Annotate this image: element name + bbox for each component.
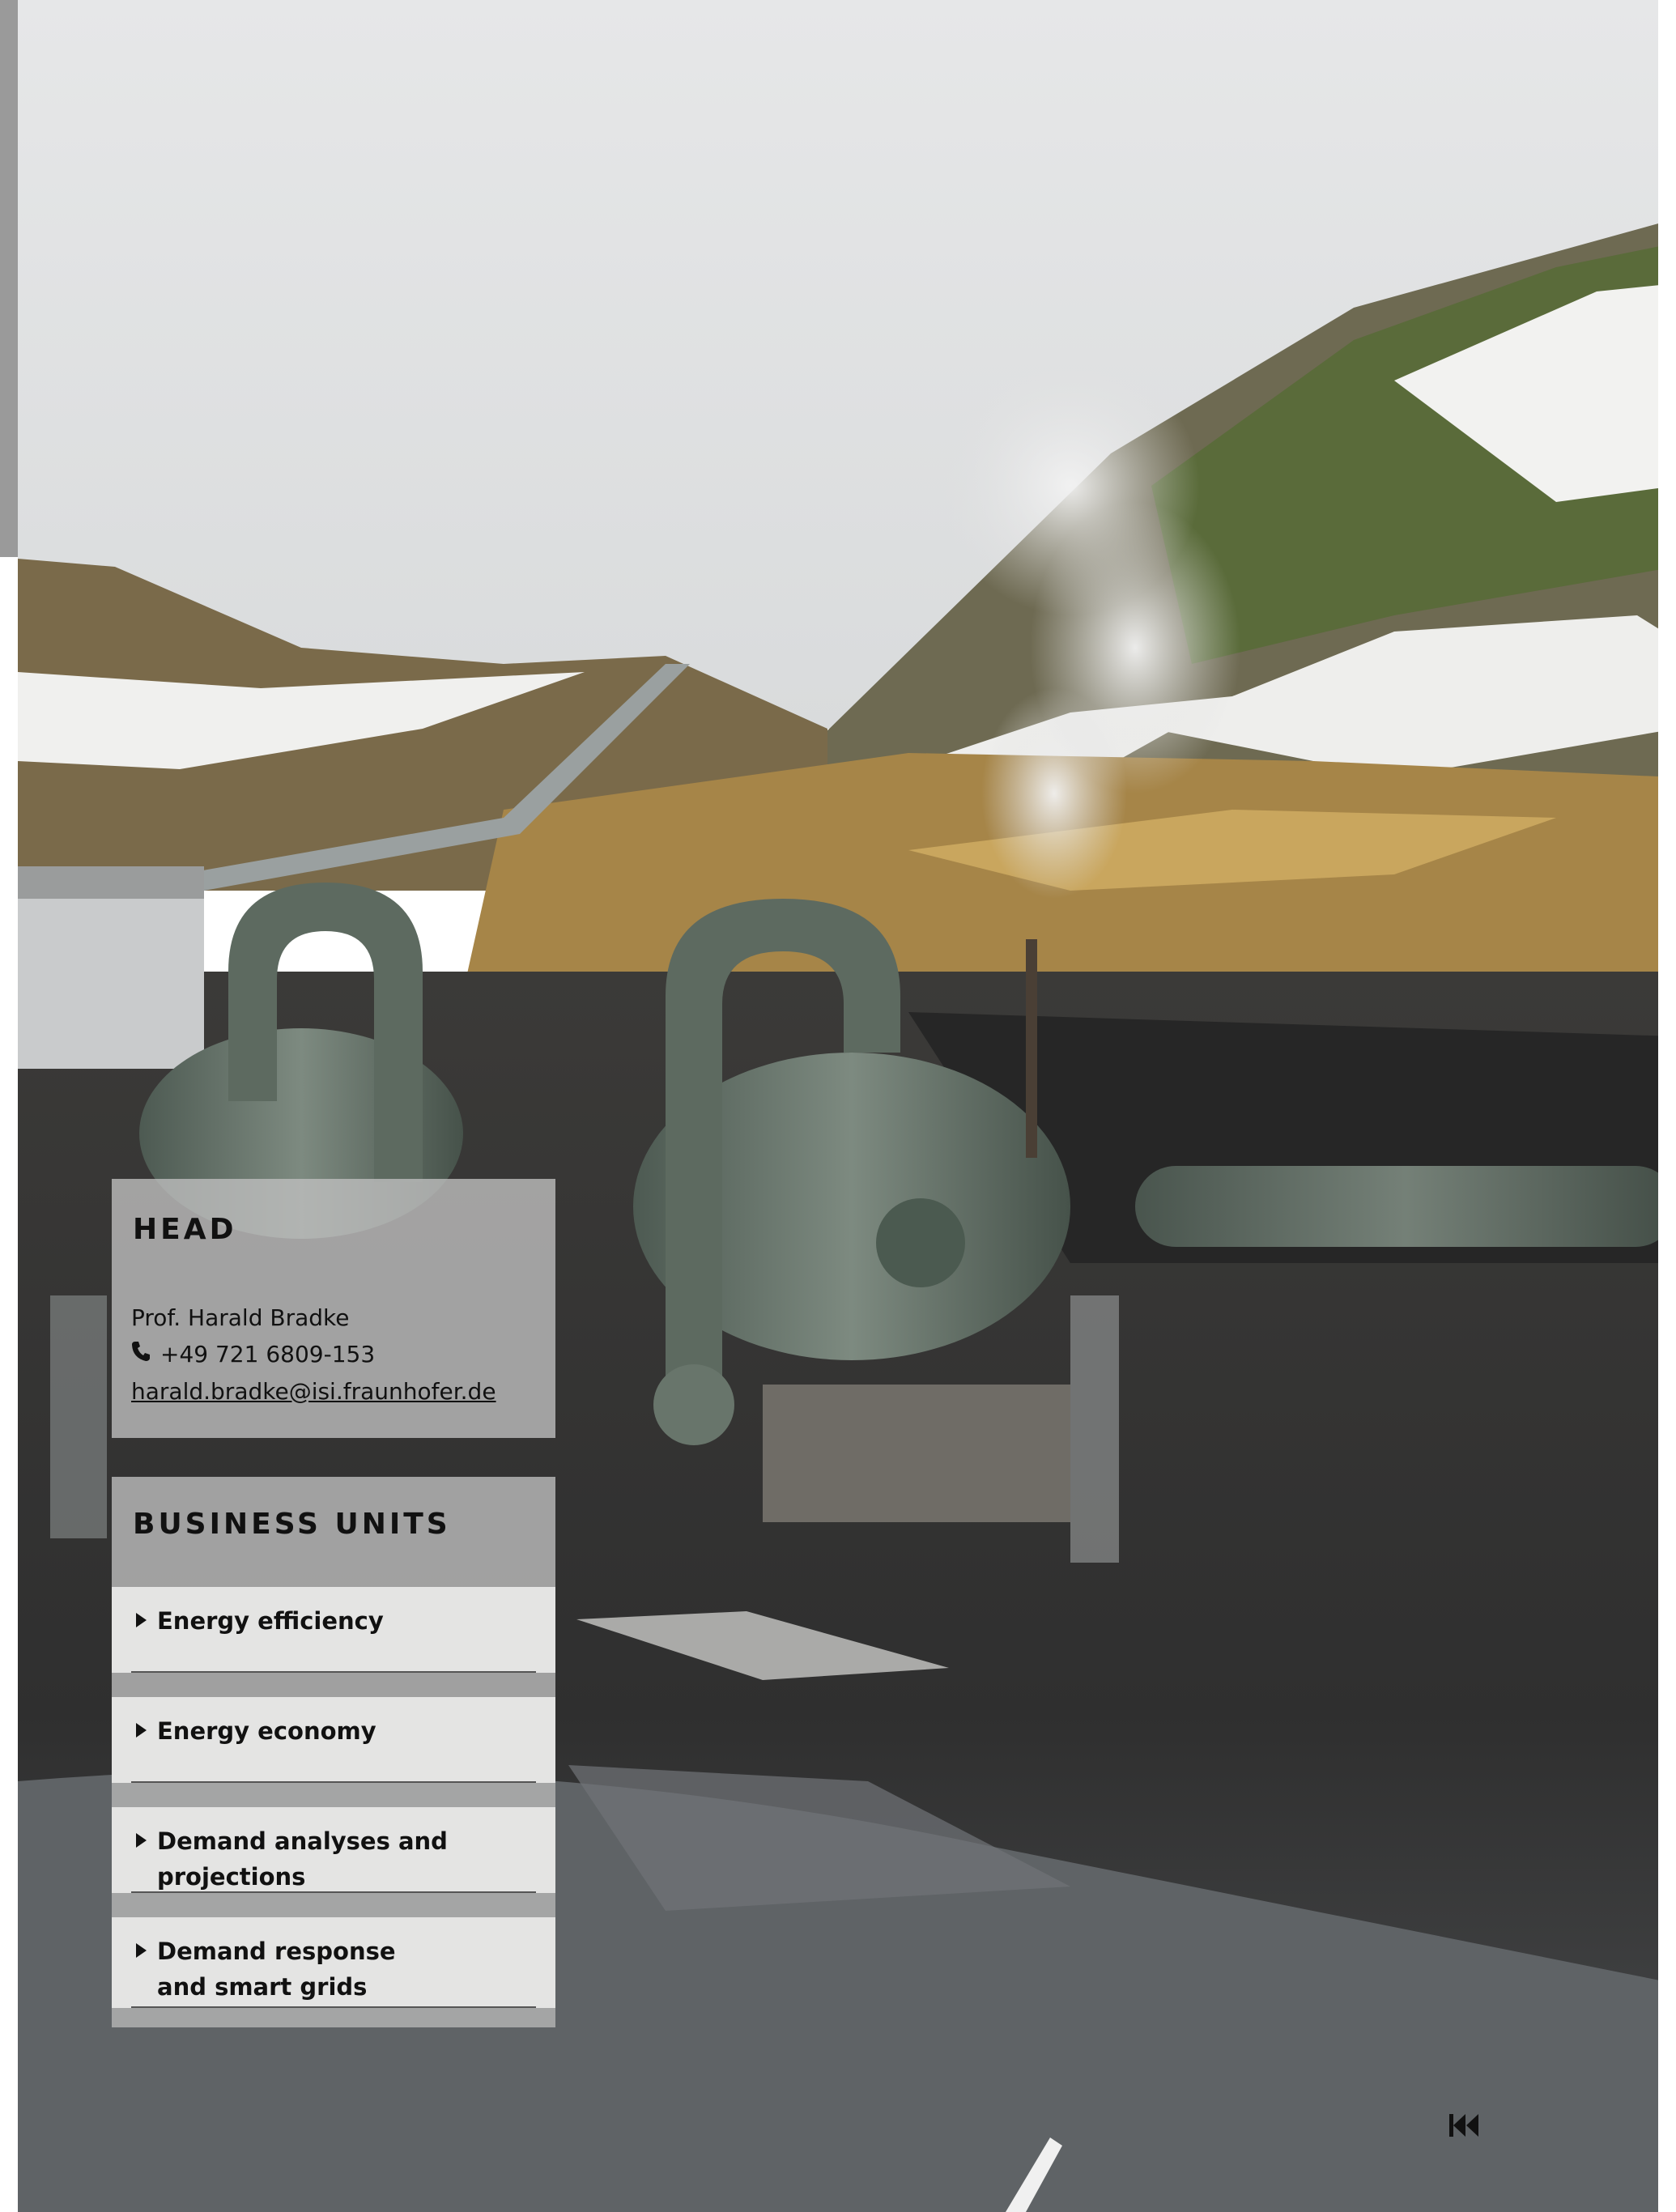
contact-name: Prof. Harald Bradke (131, 1304, 350, 1331)
page-right-margin (1658, 0, 1676, 2212)
expand-triangle-icon (136, 1833, 147, 1848)
expand-triangle-icon (136, 1723, 147, 1738)
divider (131, 2006, 536, 2008)
chapter-edge-bar (0, 0, 18, 557)
business-unit-energy-economy[interactable]: Energy economy (112, 1697, 555, 1783)
business-unit-label: Energy efficiency (157, 1607, 384, 1635)
divider (131, 1671, 536, 1673)
business-unit-label: Demand response and smart grids (157, 1938, 396, 2001)
business-units-heading: BUSINESS UNITS (133, 1508, 451, 1541)
email-link[interactable]: harald.bradke@isi.fraunhofer.de (131, 1378, 496, 1405)
skip-to-start-button[interactable] (1446, 2108, 1482, 2143)
expand-triangle-icon (136, 1943, 147, 1958)
divider (131, 1781, 536, 1783)
phone-icon (131, 1341, 151, 1368)
business-unit-demand-response[interactable]: Demand response and smart grids (112, 1917, 555, 2008)
business-unit-label: Demand analyses and projections (157, 1827, 448, 1891)
business-unit-label: Energy economy (157, 1717, 376, 1745)
business-unit-energy-efficiency[interactable]: Energy efficiency (112, 1587, 555, 1673)
business-units-panel: BUSINESS UNITS Energy efficiency Energy … (112, 1477, 555, 2027)
phone-number: +49 721 6809-153 (160, 1341, 376, 1368)
business-unit-demand-analyses[interactable]: Demand analyses and projections (112, 1807, 555, 1893)
skip-to-start-icon (1449, 2114, 1478, 2137)
divider (131, 1891, 536, 1893)
head-panel: HEAD Prof. Harald Bradke +49 721 6809-15… (112, 1179, 555, 1438)
contact-phone[interactable]: +49 721 6809-153 (131, 1341, 375, 1368)
expand-triangle-icon (136, 1613, 147, 1627)
head-heading: HEAD (133, 1213, 237, 1246)
